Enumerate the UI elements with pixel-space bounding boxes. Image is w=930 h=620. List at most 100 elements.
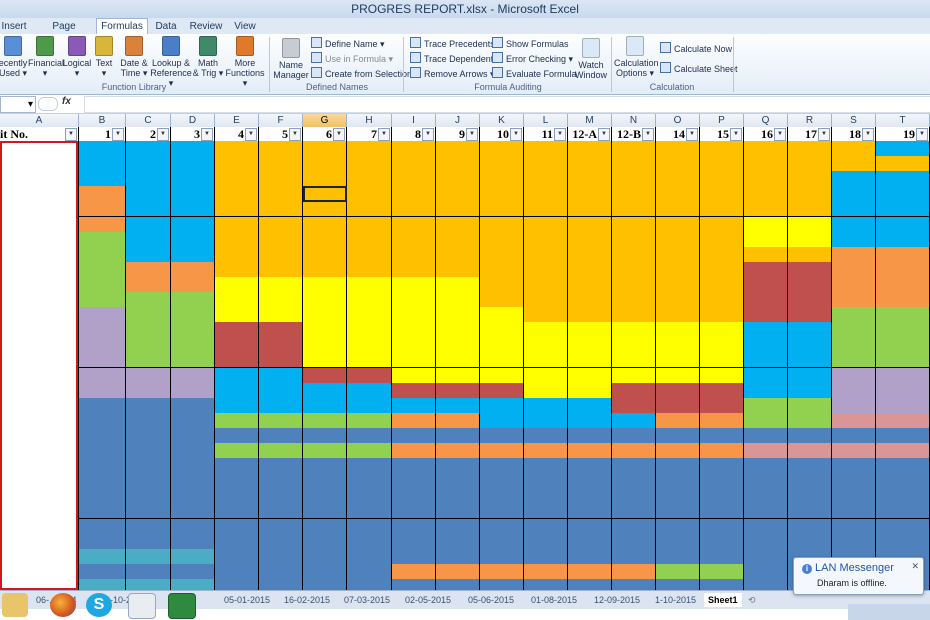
grid-cell[interactable] — [788, 141, 832, 157]
grid-cell[interactable] — [656, 337, 700, 354]
grid-cell[interactable] — [436, 382, 480, 399]
grid-cell[interactable] — [392, 292, 436, 308]
grid-cell[interactable] — [215, 367, 259, 384]
grid-cell[interactable] — [788, 518, 832, 535]
grid-cell[interactable] — [612, 307, 656, 324]
grid-cell[interactable] — [259, 171, 303, 188]
grid-cell[interactable] — [568, 488, 612, 505]
grid-cell[interactable] — [700, 337, 744, 354]
grid-cell[interactable] — [876, 397, 930, 414]
grid-cell[interactable] — [171, 473, 215, 490]
grid-cell[interactable] — [303, 367, 347, 384]
grid-cell[interactable] — [347, 533, 392, 550]
grid-cell[interactable] — [392, 443, 436, 459]
recently-used-button[interactable]: ecently Used ▾ — [0, 36, 30, 78]
column-header-d[interactable]: D — [171, 114, 215, 128]
grid-cell[interactable] — [79, 443, 126, 459]
grid-cell[interactable] — [303, 201, 347, 218]
grid-cell[interactable] — [126, 261, 171, 278]
grid-cell[interactable] — [832, 367, 876, 384]
grid-cell[interactable] — [79, 518, 126, 535]
grid-cell[interactable] — [79, 322, 126, 339]
grid-cell[interactable] — [612, 276, 656, 293]
grid-cell[interactable] — [876, 261, 930, 278]
grid-cell[interactable] — [700, 397, 744, 414]
grid-cell[interactable] — [436, 443, 480, 459]
grid-cell[interactable] — [744, 427, 788, 444]
grid-cell[interactable] — [480, 246, 524, 263]
grid-cell[interactable] — [436, 216, 480, 233]
sheet-tab[interactable]: 05-06-2015 — [468, 593, 514, 607]
grid-cell[interactable] — [215, 186, 259, 203]
grid-cell[interactable] — [303, 352, 347, 369]
calculation-options-button[interactable]: Calculation Options ▾ — [614, 36, 659, 78]
grid-cell[interactable] — [79, 292, 126, 308]
grid-cell[interactable] — [744, 186, 788, 203]
grid-cell[interactable] — [568, 382, 612, 399]
grid-cell[interactable] — [568, 503, 612, 520]
grid-cell[interactable] — [259, 261, 303, 278]
grid-cell[interactable] — [171, 563, 215, 580]
grid-cell[interactable] — [568, 186, 612, 203]
folder-icon[interactable] — [2, 593, 28, 617]
grid-cell[interactable] — [347, 186, 392, 203]
grid-cell[interactable] — [832, 533, 876, 550]
grid-cell[interactable] — [612, 337, 656, 354]
grid-cell[interactable] — [788, 367, 832, 384]
define-name-button[interactable]: Define Name ▾ — [311, 37, 385, 50]
grid-cell[interactable] — [126, 337, 171, 354]
grid-cell[interactable] — [436, 473, 480, 490]
grid-cell[interactable] — [79, 231, 126, 248]
grid-cell[interactable] — [79, 337, 126, 354]
grid-cell[interactable] — [524, 276, 568, 293]
grid-cell[interactable] — [700, 292, 744, 308]
grid-cell[interactable] — [347, 171, 392, 188]
name-box[interactable]: ▾ — [0, 96, 36, 113]
grid-cell[interactable] — [215, 563, 259, 580]
grid-cell[interactable] — [215, 292, 259, 308]
filter-dropdown-icon[interactable]: ▼ — [65, 128, 77, 141]
grid-cell[interactable] — [524, 352, 568, 369]
grid-cell[interactable] — [788, 322, 832, 339]
use-in-formula-button[interactable]: Use in Formula ▾ — [311, 52, 393, 65]
grid-cell[interactable] — [612, 382, 656, 399]
grid-cell[interactable] — [568, 261, 612, 278]
grid-cell[interactable] — [568, 156, 612, 173]
grid-cell[interactable] — [215, 156, 259, 173]
grid-cell[interactable] — [832, 216, 876, 233]
grid-cell[interactable] — [347, 412, 392, 429]
grid-cell[interactable] — [215, 458, 259, 475]
grid-cell[interactable] — [303, 337, 347, 354]
grid-cell[interactable] — [171, 292, 215, 308]
grid-cell[interactable] — [171, 171, 215, 188]
grid-cell[interactable] — [700, 458, 744, 475]
calculate-sheet-button[interactable]: Calculate Sheet — [660, 62, 738, 75]
column-header-e[interactable]: E — [215, 114, 259, 128]
grid-cell[interactable] — [215, 276, 259, 293]
filter-dropdown-icon[interactable]: ▼ — [642, 128, 654, 141]
grid-cell[interactable] — [436, 367, 480, 384]
grid-cell[interactable] — [788, 246, 832, 263]
grid-cell[interactable] — [612, 412, 656, 429]
grid-cell[interactable] — [303, 533, 347, 550]
grid-cell[interactable] — [436, 503, 480, 520]
grid-cell[interactable] — [126, 563, 171, 580]
grid-cell[interactable] — [303, 412, 347, 429]
grid-cell[interactable] — [480, 473, 524, 490]
grid-cell[interactable] — [480, 141, 524, 157]
grid-cell[interactable] — [744, 292, 788, 308]
grid-cell[interactable] — [612, 261, 656, 278]
grid-cell[interactable] — [656, 292, 700, 308]
grid-cell[interactable] — [656, 246, 700, 263]
grid-cell[interactable] — [392, 548, 436, 565]
grid-cell[interactable] — [480, 367, 524, 384]
grid-cell[interactable] — [215, 322, 259, 339]
grid-cell[interactable] — [876, 367, 930, 384]
grid-cell[interactable] — [259, 367, 303, 384]
grid-cell[interactable] — [700, 186, 744, 203]
filter-dropdown-icon[interactable]: ▼ — [686, 128, 698, 141]
grid-cell[interactable] — [215, 548, 259, 565]
grid-cell[interactable] — [392, 156, 436, 173]
grid-cell[interactable] — [392, 216, 436, 233]
create-from-selection-button[interactable]: Create from Selection — [311, 67, 412, 80]
